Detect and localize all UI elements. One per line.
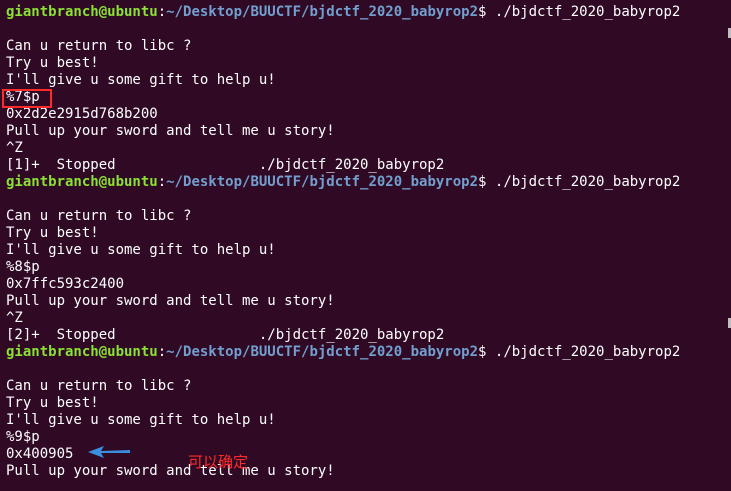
prompt-separator: :	[157, 4, 167, 20]
output-line: Can u return to libc ?	[6, 38, 192, 54]
prompt-user-host: giantbranch@ubuntu	[6, 344, 158, 360]
job-status-line: [2]+ Stopped ./bjdctf_2020_babyrop2	[6, 327, 445, 343]
output-line: Can u return to libc ?	[6, 378, 192, 394]
output-line: ^Z	[6, 140, 23, 156]
prompt-user-host: giantbranch@ubuntu	[6, 174, 158, 190]
output-line: Try u best!	[6, 225, 99, 241]
output-line: Pull up your sword and tell me u story!	[6, 463, 335, 479]
highlight-box	[2, 89, 52, 108]
output-line: Pull up your sword and tell me u story!	[6, 293, 335, 309]
prompt-line: giantbranch@ubuntu:~/Desktop/BUUCTF/bjdc…	[6, 174, 731, 191]
output-line: I'll give u some gift to help u!	[6, 72, 276, 88]
output-line: I'll give u some gift to help u!	[6, 412, 276, 428]
prompt-command: ./bjdctf_2020_babyrop2	[486, 4, 681, 20]
output-line: ^Z	[6, 310, 23, 326]
prompt-command: ./bjdctf_2020_babyrop2	[486, 174, 681, 190]
output-line: Pull up your sword and tell me u story!	[6, 123, 335, 139]
output-line: 0x2d2e2915d768b200	[6, 106, 158, 122]
terminal-window[interactable]: giantbranch@ubuntu:~/Desktop/BUUCTF/bjdc…	[0, 0, 731, 491]
prompt-line: giantbranch@ubuntu:~/Desktop/BUUCTF/bjdc…	[6, 344, 731, 361]
job-status-line: [1]+ Stopped ./bjdctf_2020_babyrop2	[6, 157, 445, 173]
prompt-separator: :	[157, 174, 167, 190]
user-input-line: %8$p	[6, 259, 40, 275]
prompt-path: ~/Desktop/BUUCTF/bjdctf_2020_babyrop2	[166, 4, 479, 20]
output-line: 0x7ffc593c2400	[6, 276, 125, 292]
output-line: Try u best!	[6, 55, 99, 71]
arrow-icon	[88, 446, 130, 458]
user-input-line: %7$p	[6, 89, 40, 105]
prompt-line: giantbranch@ubuntu:~/Desktop/BUUCTF/bjdc…	[6, 4, 731, 21]
prompt-path: ~/Desktop/BUUCTF/bjdctf_2020_babyrop2	[166, 344, 479, 360]
output-line: Can u return to libc ?	[6, 208, 192, 224]
prompt-user-host: giantbranch@ubuntu	[6, 4, 158, 20]
prompt-separator: :	[157, 344, 167, 360]
annotation-text: 可以确定	[188, 453, 249, 471]
user-input-line: %9$p	[6, 429, 40, 445]
output-line: I'll give u some gift to help u!	[6, 242, 276, 258]
prompt-command: ./bjdctf_2020_babyrop2	[486, 344, 681, 360]
prompt-path: ~/Desktop/BUUCTF/bjdctf_2020_babyrop2	[166, 174, 479, 190]
output-line: Try u best!	[6, 395, 99, 411]
